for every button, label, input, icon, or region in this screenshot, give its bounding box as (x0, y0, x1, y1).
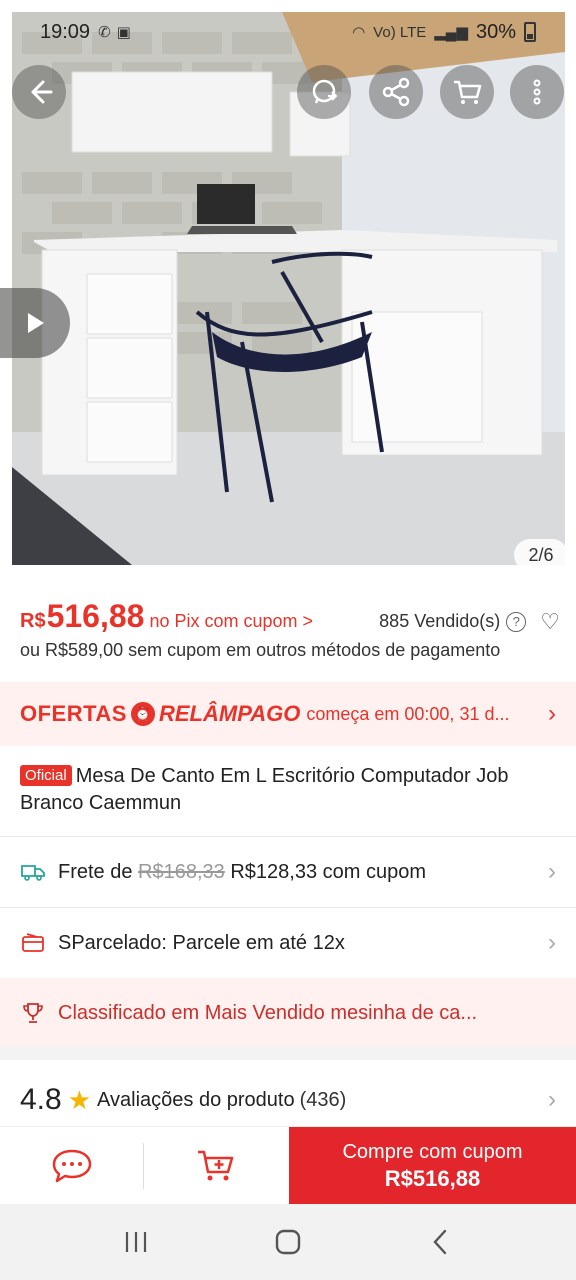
clock-icon: ⏰ (130, 702, 155, 726)
installments-text: SParcelado: Parcele em até 12x (58, 931, 345, 954)
buy-button-price: R$516,88 (384, 1165, 481, 1191)
notification-icons: ✆ ▣ (98, 23, 131, 41)
whatsapp-share-button[interactable] (297, 65, 351, 119)
rating-score: 4.8 (20, 1083, 62, 1116)
more-button[interactable] (510, 65, 564, 119)
status-right: ◠ Vo) LTE ▂▄▆ 30% (352, 21, 536, 44)
installments-icon (20, 930, 46, 956)
shipping-text: Frete de R$168,33 R$128,33 com cupom (58, 861, 426, 884)
price-currency: R$ (20, 610, 46, 632)
nav-back-icon (433, 1229, 447, 1255)
buy-with-coupon-button[interactable]: Compre com cupom R$516,88 (289, 1127, 576, 1205)
product-reviews-row[interactable]: 4.8 ★ Avaliações do produto (436) › (20, 1078, 556, 1122)
add-cart-icon (198, 1150, 234, 1181)
app-notification-icon: ▣ (116, 24, 131, 41)
whatsapp-notification-icon: ✆ (98, 24, 111, 41)
heart-icon[interactable]: ♡ (540, 609, 560, 635)
wifi-icon: ◠ (352, 24, 366, 41)
flash-starts: começa em 00:00, 31 d... (306, 703, 510, 724)
pix-coupon-link[interactable]: no Pix com cupom > (149, 611, 313, 632)
image-counter: 2/6 (514, 539, 565, 565)
chevron-right-icon: › (548, 700, 556, 727)
cart-icon (454, 80, 482, 104)
buy-button-label: Compre com cupom (342, 1140, 523, 1163)
bottom-action-bar: Compre com cupom R$516,88 (0, 1126, 576, 1205)
star-icon: ★ (67, 1084, 92, 1115)
reviews-label: Avaliações do produto (97, 1088, 295, 1111)
section-gap (0, 1046, 576, 1060)
help-icon[interactable]: ? (506, 611, 527, 632)
status-bar: 19:09 ✆ ▣ ◠ Vo) LTE ▂▄▆ 30% (0, 14, 576, 50)
sold-count-label: 885 Vendido(s) (379, 611, 501, 631)
recents-button[interactable] (116, 1222, 156, 1262)
battery-icon (524, 22, 536, 42)
flash-relampago: RELÂMPAGO (158, 701, 301, 726)
nav-back-button[interactable] (420, 1222, 460, 1262)
system-nav-bar (0, 1204, 576, 1280)
recents-icon (125, 1232, 147, 1252)
chat-button[interactable] (0, 1127, 144, 1205)
home-icon (275, 1229, 301, 1255)
flash-sale-banner[interactable]: OFERTAS ⏰ RELÂMPAGO começa em 00:00, 31 … (0, 682, 576, 746)
chat-icon (52, 1149, 92, 1183)
add-to-cart-button[interactable] (144, 1127, 288, 1205)
chevron-right-icon: › (548, 929, 556, 956)
ranking-text: Classificado em Mais Vendido mesinha de … (58, 1001, 478, 1024)
ranking-row[interactable]: Classificado em Mais Vendido mesinha de … (0, 978, 576, 1048)
shipping-row[interactable]: Frete de R$168,33 R$128,33 com cupom › (0, 837, 576, 907)
alt-price: ou R$589,00 sem cupom em outros métodos … (20, 640, 501, 660)
more-icon (533, 79, 541, 105)
flash-ofertas: OFERTAS (20, 701, 127, 726)
signal-icon: ▂▄▆ (434, 24, 468, 41)
battery-percent: 30% (475, 20, 516, 43)
back-icon (31, 80, 53, 104)
reviews-count: (436) (299, 1088, 347, 1111)
installments-row[interactable]: SParcelado: Parcele em até 12x › (0, 908, 576, 978)
sold-count: 885 Vendido(s) ? ♡ (379, 609, 560, 635)
shipping-old-price: R$168,33 (138, 860, 225, 883)
price-value: 516,88 (46, 598, 145, 634)
product-title-block: Oficial Mesa De Canto Em L Escritório Com… (20, 763, 560, 817)
truck-icon (20, 859, 46, 885)
trophy-icon (20, 1000, 46, 1026)
home-button[interactable] (268, 1222, 308, 1262)
product-title: Mesa De Canto Em L Escritório Computador… (20, 765, 509, 814)
status-time: 19:09 (40, 20, 91, 43)
chevron-right-icon: › (548, 1086, 556, 1113)
play-video-button[interactable] (0, 288, 70, 358)
back-button[interactable] (12, 65, 66, 119)
chevron-right-icon: › (548, 858, 556, 885)
whatsapp-icon (312, 79, 338, 104)
shipping-prefix: Frete de (58, 860, 133, 883)
shipping-new-price: R$128,33 com cupom (230, 860, 427, 883)
play-icon (28, 313, 44, 333)
share-button[interactable] (369, 65, 423, 119)
network-label: Vo) LTE (373, 23, 427, 41)
share-icon (382, 77, 410, 107)
price-row: R$ 516,88 no Pix com cupom > 885 Vendido… (20, 598, 560, 638)
cart-button[interactable] (440, 65, 494, 119)
official-badge: Oficial (20, 765, 72, 786)
